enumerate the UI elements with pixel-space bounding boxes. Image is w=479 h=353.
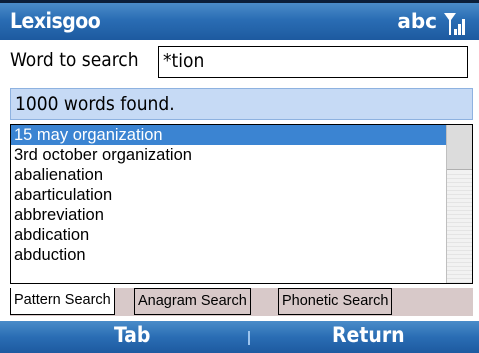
list-item[interactable]: abalienation bbox=[11, 165, 446, 185]
tab-pattern-search[interactable]: Pattern Search bbox=[10, 288, 115, 315]
input-mode-indicator[interactable]: abc bbox=[397, 9, 437, 33]
signal-strength-icon bbox=[444, 13, 465, 35]
tab-phonetic-search[interactable]: Phonetic Search bbox=[278, 288, 393, 315]
tab-anagram-search[interactable]: Anagram Search bbox=[134, 288, 251, 315]
word-list[interactable]: 15 may organization 3rd october organiza… bbox=[10, 124, 473, 284]
list-item[interactable]: abdication bbox=[11, 225, 446, 245]
list-item[interactable]: 15 may organization bbox=[11, 125, 446, 145]
list-item[interactable]: abarticulation bbox=[11, 185, 446, 205]
title-bar: Lexisgoo abc bbox=[0, 0, 479, 40]
list-item[interactable]: abbreviation bbox=[11, 205, 446, 225]
search-label: Word to search bbox=[10, 49, 139, 71]
list-scrollbar[interactable] bbox=[446, 125, 472, 283]
scrollbar-track[interactable] bbox=[447, 171, 472, 283]
scrollbar-thumb[interactable] bbox=[447, 125, 472, 170]
search-mode-tabs: Pattern Search Anagram Search Phonetic S… bbox=[10, 288, 473, 316]
app-title: Lexisgoo bbox=[10, 9, 101, 33]
search-row: Word to search *tion bbox=[0, 40, 479, 86]
softkey-divider bbox=[248, 331, 250, 345]
search-input[interactable]: *tion bbox=[158, 46, 468, 78]
word-list-items: 15 may organization 3rd october organiza… bbox=[11, 125, 446, 265]
list-item[interactable]: abduction bbox=[11, 245, 446, 265]
return-softkey[interactable]: Return bbox=[332, 323, 405, 347]
results-count-text: 1000 words found. bbox=[15, 93, 175, 115]
list-item[interactable]: 3rd october organization bbox=[11, 145, 446, 165]
tab-softkey[interactable]: Tab bbox=[114, 323, 150, 347]
results-status: 1000 words found. bbox=[10, 88, 473, 120]
softkey-bar: Tab Return bbox=[0, 321, 479, 353]
